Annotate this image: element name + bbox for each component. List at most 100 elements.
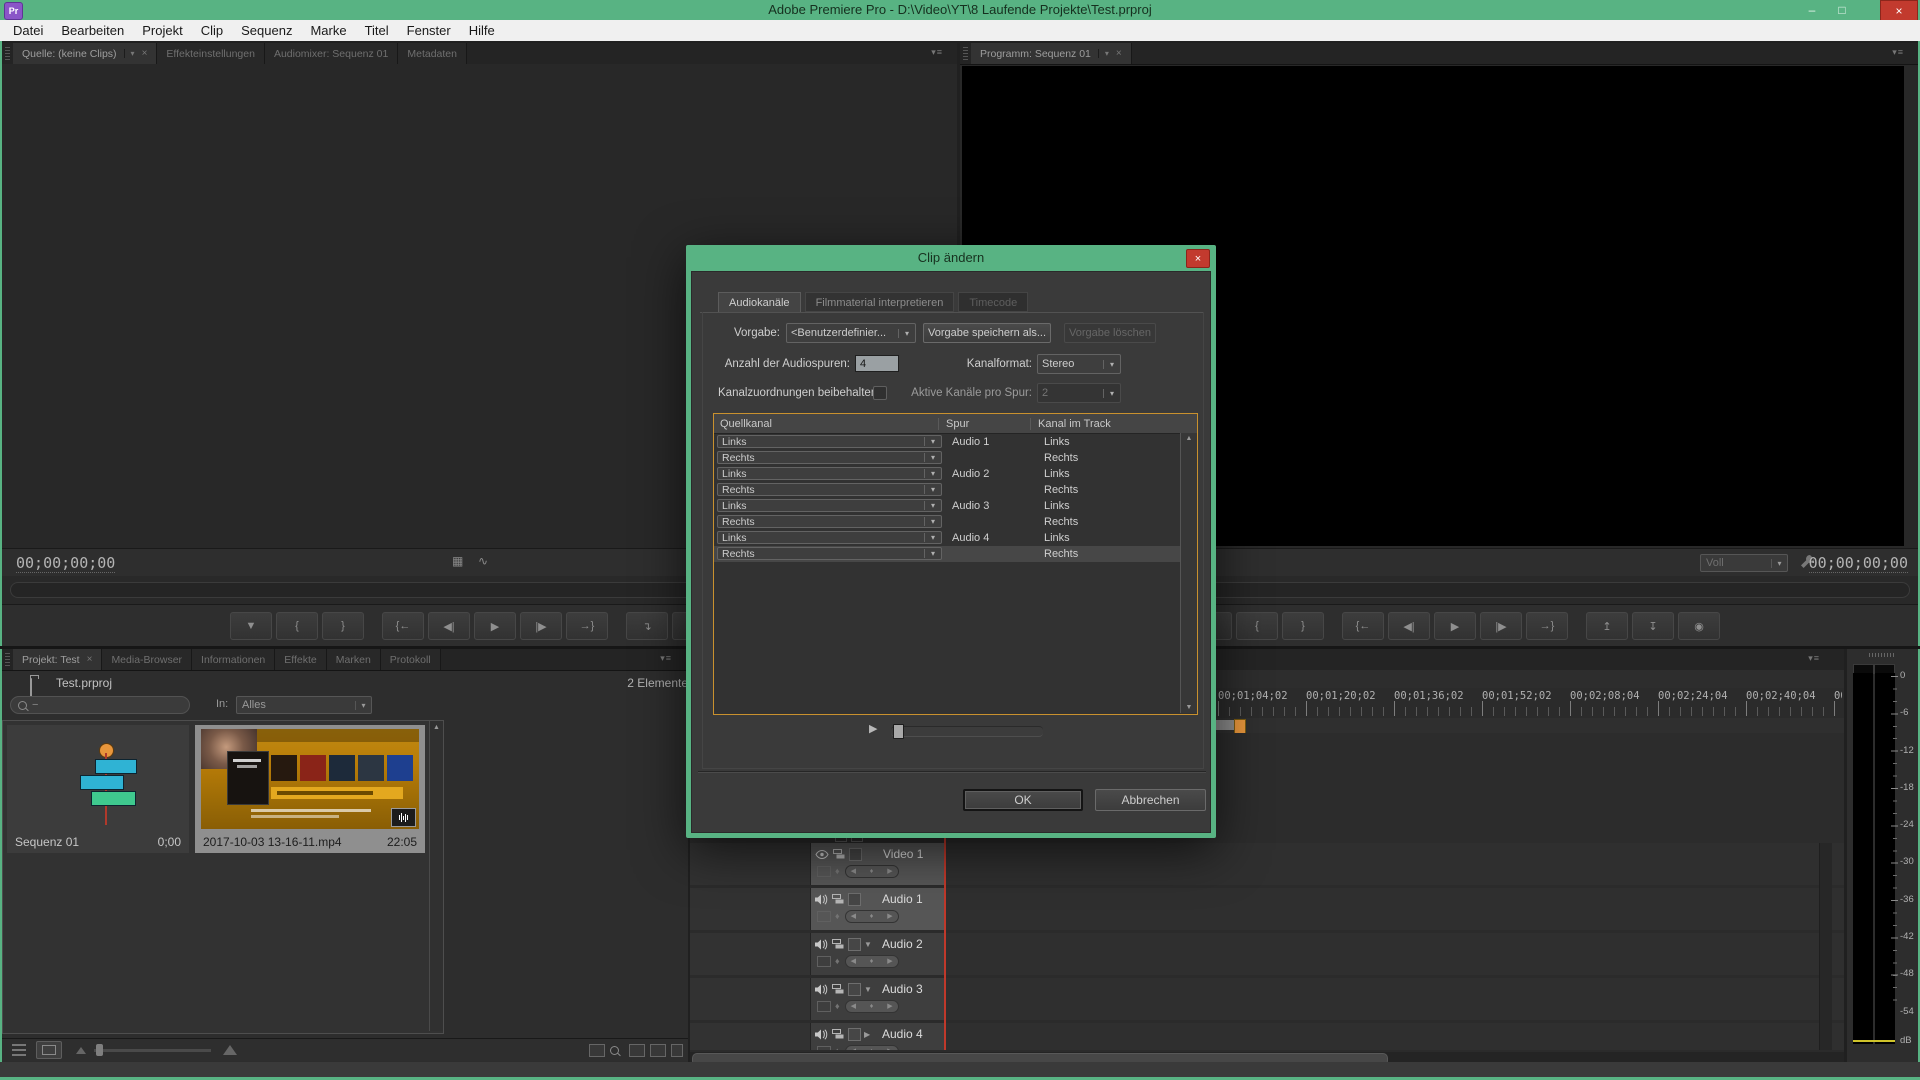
track-target-box[interactable] xyxy=(849,847,862,861)
ok-button[interactable]: OK xyxy=(963,789,1083,811)
source-channel-select[interactable]: Links ▾ xyxy=(717,499,942,512)
menu-item[interactable]: Marke xyxy=(301,23,355,38)
program-timecode[interactable]: 00;00;00;00 xyxy=(1808,554,1908,573)
track-collapse-icon[interactable]: ▶ xyxy=(864,1030,873,1039)
mark-out-button[interactable]: } xyxy=(1282,612,1324,640)
table-scrollbar[interactable]: ▲ ▼ xyxy=(1180,433,1197,713)
cancel-button[interactable]: Abbrechen xyxy=(1095,789,1206,811)
keyframe-navigator[interactable]: ◀ ♦ ▶ xyxy=(844,864,899,878)
dialog-close-button[interactable]: × xyxy=(1186,249,1210,268)
track-speaker-icon[interactable] xyxy=(815,938,828,950)
scroll-down-icon[interactable]: ▼ xyxy=(1181,704,1197,711)
project-name[interactable]: Test.prproj xyxy=(56,676,112,690)
track-speaker-icon[interactable] xyxy=(815,983,828,995)
mark-in-button[interactable]: { xyxy=(276,612,318,640)
panel-grip[interactable] xyxy=(5,653,10,666)
track-name[interactable]: Audio 1 xyxy=(882,892,923,906)
film-icon[interactable]: ▦ xyxy=(452,554,463,568)
meter-drag-handle[interactable] xyxy=(1869,653,1895,657)
track-content[interactable] xyxy=(945,888,1844,930)
sync-lock-icon[interactable] xyxy=(833,849,845,859)
list-view-button[interactable] xyxy=(12,1044,27,1056)
menu-item[interactable]: Datei xyxy=(4,23,52,38)
source-channel-select[interactable]: Rechts ▾ xyxy=(717,451,942,464)
minimize-button[interactable]: – xyxy=(1798,0,1826,19)
dialog-tab[interactable]: Audiokanäle xyxy=(718,292,801,312)
panel-menu-icon[interactable]: ▾≡ xyxy=(1808,653,1820,664)
new-item-button[interactable] xyxy=(650,1043,667,1057)
sync-lock-icon[interactable] xyxy=(832,1029,844,1039)
channel-format-select[interactable]: Stereo ▾ xyxy=(1037,354,1121,374)
tab-close-icon[interactable]: × xyxy=(1116,48,1122,59)
maximize-button[interactable]: □ xyxy=(1828,0,1856,19)
track-target-box[interactable] xyxy=(848,937,861,951)
track-content[interactable] xyxy=(945,843,1844,885)
project-item-sequence[interactable]: Sequenz 01 0;00 xyxy=(7,725,189,853)
goto-out-button[interactable]: →} xyxy=(1526,612,1568,640)
track-content[interactable] xyxy=(945,978,1844,1020)
tab-menu-icon[interactable]: ▾ xyxy=(1097,49,1109,58)
add-keyframe-icon[interactable]: ♦ xyxy=(835,911,840,921)
keyframe-display-icon[interactable] xyxy=(817,865,831,877)
keyframe-navigator[interactable]: ◀ ♦ ▶ xyxy=(844,1044,899,1050)
goto-in-button[interactable]: {← xyxy=(1342,612,1384,640)
track-name[interactable]: Audio 4 xyxy=(882,1027,923,1041)
track-header[interactable]: Audio 1 ♦ ◀ ♦ ▶ xyxy=(811,888,945,930)
mapping-row[interactable]: Links ▾ Audio 2 Links xyxy=(714,466,1197,482)
panel-menu-icon[interactable]: ▾≡ xyxy=(1892,47,1904,58)
track-target-box[interactable] xyxy=(848,892,861,906)
track-count-input[interactable]: 4 xyxy=(855,355,899,372)
panel-menu-icon[interactable]: ▾≡ xyxy=(660,653,672,664)
playhead[interactable] xyxy=(944,833,946,1050)
mapping-row[interactable]: Links ▾ Audio 3 Links xyxy=(714,498,1197,514)
mapping-row[interactable]: Rechts ▾ Rechts xyxy=(714,514,1197,530)
step-forward-button[interactable]: |▶ xyxy=(1480,612,1522,640)
track-name[interactable]: Audio 2 xyxy=(882,937,923,951)
new-bin-button[interactable] xyxy=(629,1043,646,1057)
keyframe-display-icon[interactable] xyxy=(817,955,831,967)
menu-item[interactable]: Hilfe xyxy=(460,23,504,38)
scroll-up-icon[interactable]: ▲ xyxy=(1181,435,1197,442)
panel-menu-icon[interactable]: ▾≡ xyxy=(931,47,943,58)
extract-button[interactable]: ↧ xyxy=(1632,612,1674,640)
add-keyframe-icon[interactable]: ♦ xyxy=(835,956,840,966)
source-channel-select[interactable]: Rechts ▾ xyxy=(717,547,942,560)
track-name[interactable]: Audio 3 xyxy=(882,982,923,996)
search-input[interactable]: − xyxy=(10,696,190,714)
preview-volume-slider[interactable] xyxy=(891,724,1043,739)
sync-lock-icon[interactable] xyxy=(832,984,844,994)
source-channel-select[interactable]: Rechts ▾ xyxy=(717,483,942,496)
mark-in-button[interactable]: { xyxy=(1236,612,1278,640)
menu-item[interactable]: Projekt xyxy=(133,23,191,38)
goto-in-button[interactable]: {← xyxy=(382,612,424,640)
project-item-clip[interactable]: 2017-10-03 13-16-11.mp4 22:05 xyxy=(195,725,425,853)
preview-play-button[interactable]: ▶ xyxy=(869,722,877,735)
panel-grip[interactable] xyxy=(5,47,10,60)
track-header[interactable]: ▼ Audio 3 ♦ ◀ ♦ ▶ xyxy=(811,978,945,1020)
panel-tab[interactable]: Programm: Sequenz 01 ▾ × xyxy=(971,43,1132,64)
panel-grip[interactable] xyxy=(963,47,968,60)
track-speaker-icon[interactable] xyxy=(815,893,828,905)
menu-item[interactable]: Bearbeiten xyxy=(52,23,133,38)
menu-item[interactable]: Titel xyxy=(356,23,398,38)
track-content[interactable] xyxy=(945,933,1844,975)
step-forward-button[interactable]: |▶ xyxy=(520,612,562,640)
source-channel-select[interactable]: Rechts ▾ xyxy=(717,515,942,528)
mapping-row[interactable]: Links ▾ Audio 4 Links xyxy=(714,530,1197,546)
add-keyframe-icon[interactable]: ♦ xyxy=(835,1001,840,1011)
insert-button[interactable]: ↴ xyxy=(626,612,668,640)
add-keyframe-icon[interactable]: ♦ xyxy=(835,866,840,876)
menu-item[interactable]: Sequenz xyxy=(232,23,301,38)
keyframe-navigator[interactable]: ◀ ♦ ▶ xyxy=(844,954,899,968)
mark-out-button[interactable]: } xyxy=(322,612,364,640)
keyframe-navigator[interactable]: ◀ ♦ ▶ xyxy=(844,999,899,1013)
project-root-icon[interactable] xyxy=(30,678,32,697)
source-channel-select[interactable]: Links ▾ xyxy=(717,531,942,544)
scroll-up-icon[interactable]: ▲ xyxy=(430,724,443,731)
menu-item[interactable]: Clip xyxy=(192,23,232,38)
icon-view-button[interactable] xyxy=(36,1041,62,1059)
keyframe-display-icon[interactable] xyxy=(817,910,831,922)
track-visibility-icon[interactable] xyxy=(815,849,829,859)
active-channels-select[interactable]: 2 ▾ xyxy=(1037,383,1121,403)
panel-tab[interactable]: Quelle: (keine Clips) ▾ × xyxy=(13,43,158,64)
